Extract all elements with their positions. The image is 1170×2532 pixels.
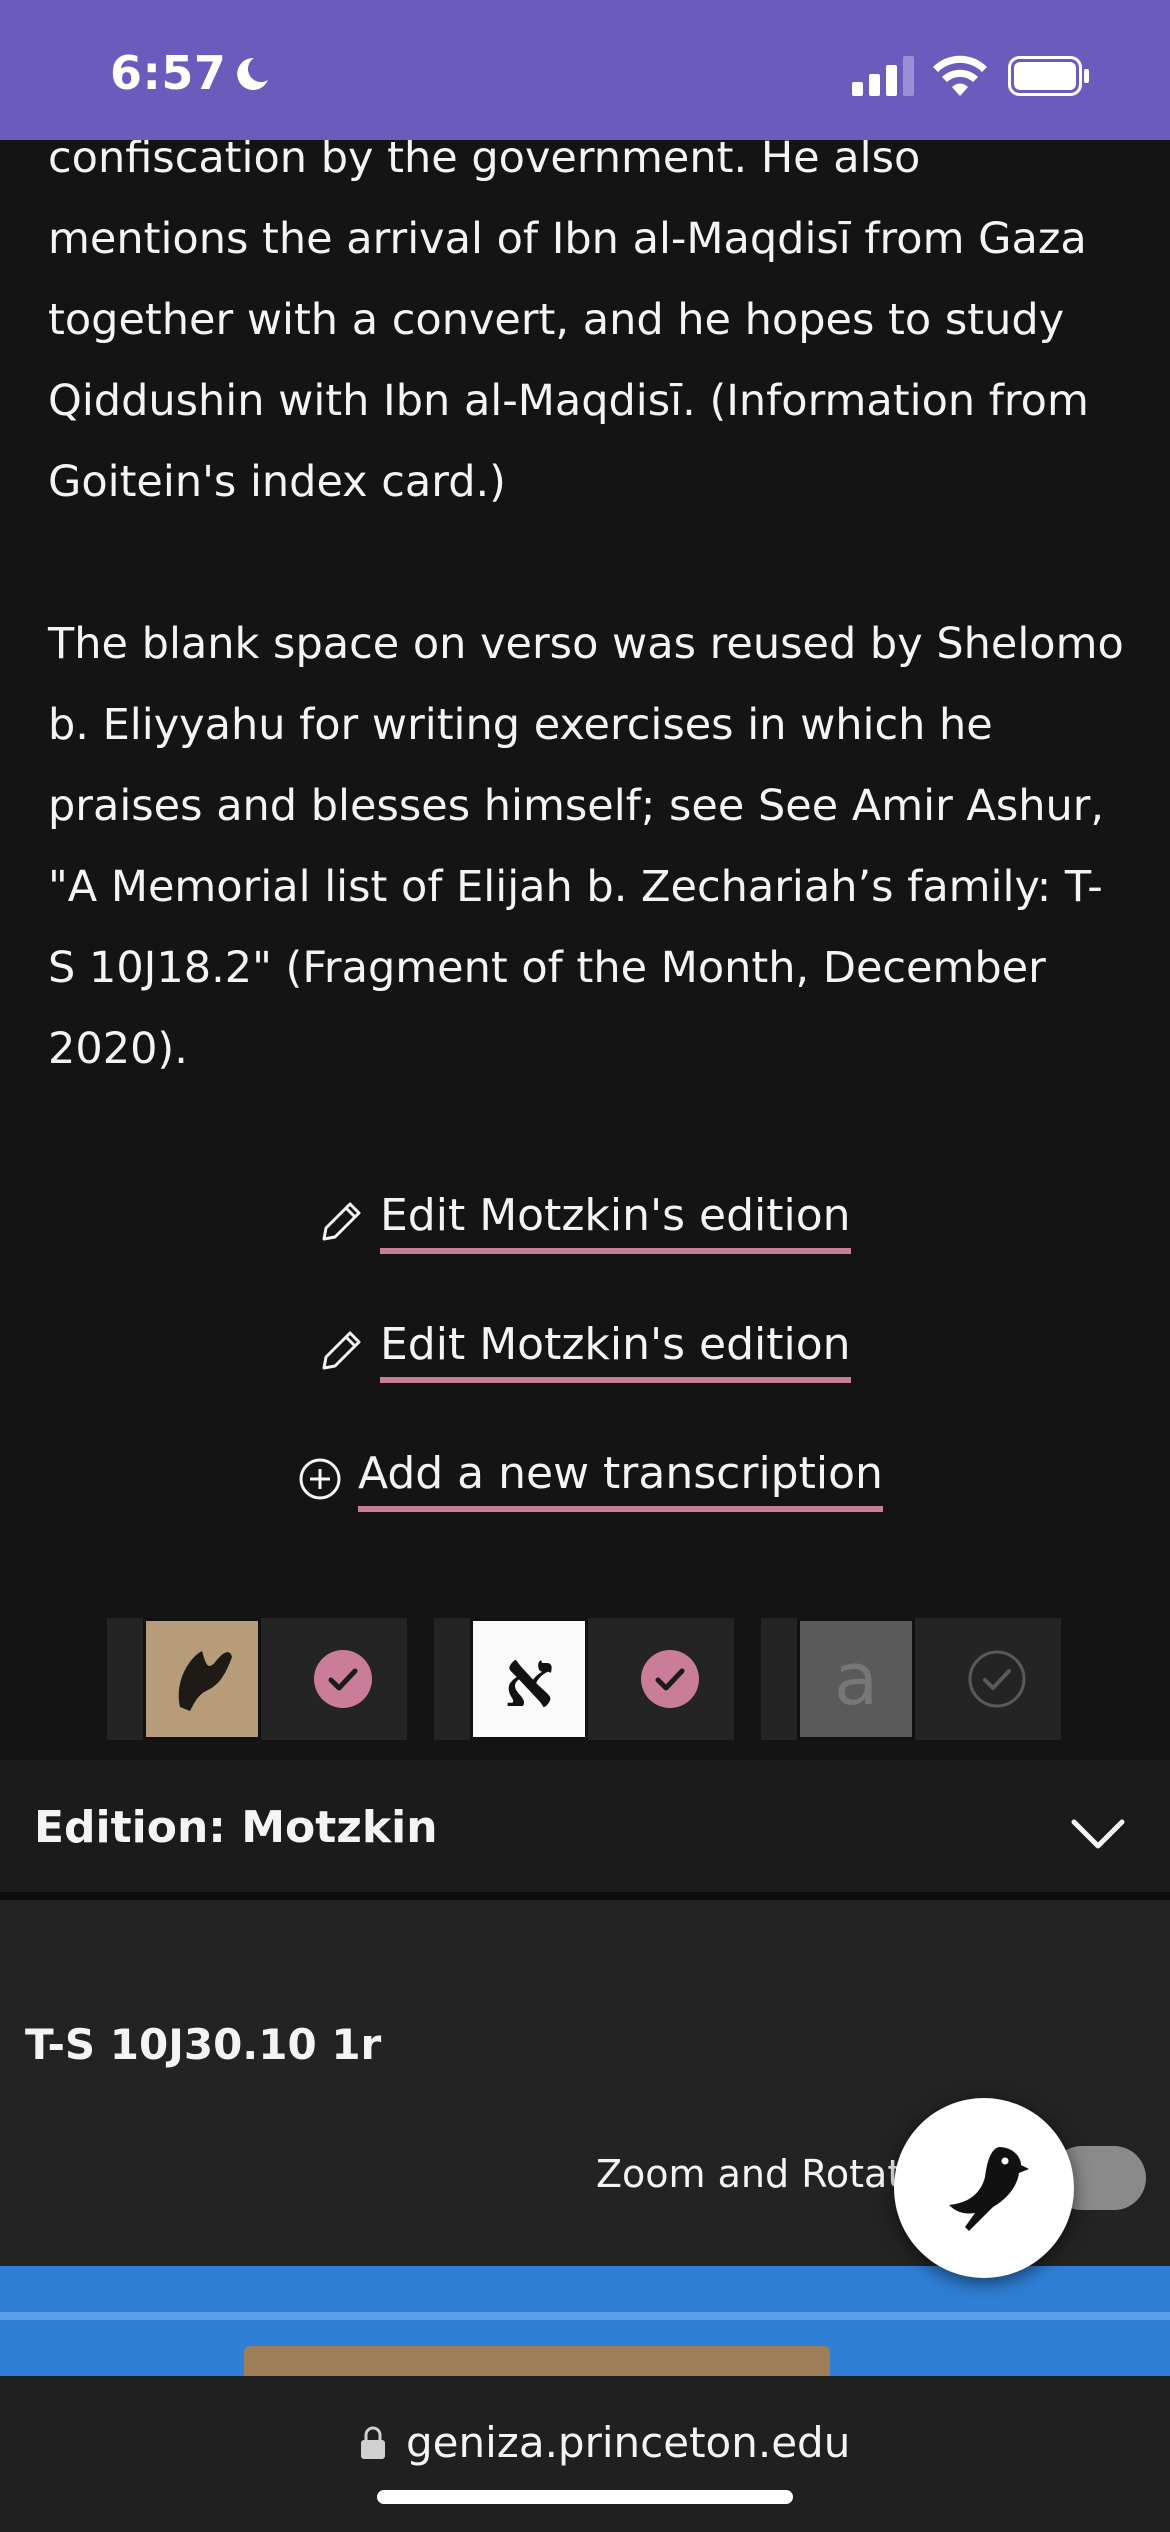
transcription-mode-toggle[interactable]: א	[434, 1618, 734, 1740]
edit-edition-link[interactable]: Edit Motzkin's edition	[320, 1188, 851, 1254]
wifi-icon	[933, 55, 987, 96]
plus-circle-icon	[299, 1458, 341, 1500]
edition-label: Edition: Motzkin	[34, 1802, 438, 1853]
fragment-thumbnail	[143, 1618, 261, 1740]
image-glass-edge	[0, 2312, 1170, 2320]
edit-edition-label: Edit Motzkin's edition	[380, 1188, 851, 1254]
fragment-thumbnail-image	[146, 1621, 258, 1737]
battery-icon	[1008, 56, 1089, 96]
add-transcription-label: Add a new transcription	[358, 1446, 883, 1512]
browser-address-bar[interactable]: geniza.princeton.edu	[0, 2376, 1170, 2532]
edit-edition-link[interactable]: Edit Motzkin's edition	[320, 1317, 851, 1383]
edition-selector[interactable]: Edition: Motzkin	[0, 1760, 1170, 1900]
shelfmark-title: T-S 10J30.10 1r	[25, 2020, 382, 2069]
bird-icon	[949, 2147, 1029, 2231]
add-transcription-link[interactable]: Add a new transcription	[298, 1446, 883, 1512]
status-bar: 6:57	[0, 0, 1170, 140]
hebrew-glyph-thumbnail: א	[470, 1618, 588, 1740]
url-text: geniza.princeton.edu	[406, 2418, 851, 2467]
edit-edition-label: Edit Motzkin's edition	[380, 1317, 851, 1383]
feedback-button[interactable]	[894, 2098, 1074, 2278]
fragment-image[interactable]	[0, 2266, 1170, 2376]
lock-icon	[361, 2426, 385, 2459]
fragment-paper	[244, 2346, 830, 2376]
images-mode-toggle[interactable]	[107, 1618, 407, 1740]
document-description: confiscation by the government. He also …	[48, 118, 1128, 1171]
check-circle-icon	[641, 1650, 699, 1708]
check-circle-outline-icon	[968, 1650, 1026, 1708]
home-indicator[interactable]	[377, 2490, 793, 2504]
description-paragraph: The blank space on verso was reused by S…	[48, 619, 1124, 1074]
zoom-rotate-label: Zoom and Rotat	[596, 2152, 903, 2196]
translation-mode-toggle[interactable]: a	[761, 1618, 1061, 1740]
latin-glyph-thumbnail: a	[797, 1618, 915, 1740]
description-paragraph: confiscation by the government. He also …	[48, 133, 1089, 507]
status-time: 6:57	[110, 46, 227, 100]
pencil-icon	[322, 1331, 361, 1370]
pencil-icon	[322, 1202, 361, 1241]
cellular-signal-icon	[852, 56, 914, 96]
chevron-down-icon	[1071, 1819, 1125, 1849]
moon-icon	[237, 57, 268, 90]
check-circle-icon	[314, 1650, 372, 1708]
